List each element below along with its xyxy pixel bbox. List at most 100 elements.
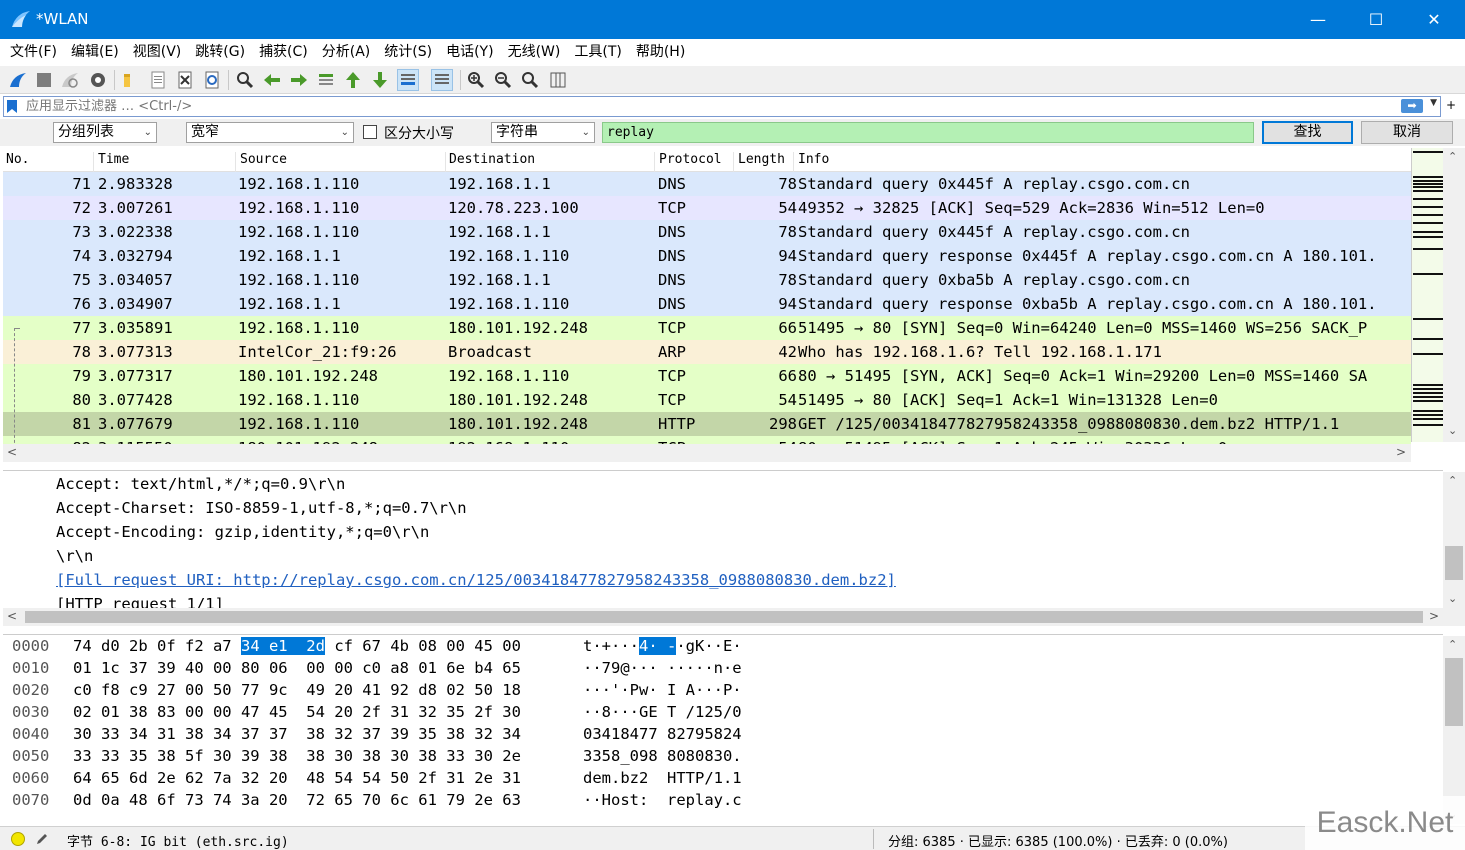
packet-row[interactable]: 78 3.077313 IntelCor_21:f9:26 Broadcast ARP 4… (3, 340, 1411, 364)
zoom-out-button[interactable] (492, 69, 514, 91)
menu-analyze[interactable]: 分析(A) (316, 39, 377, 66)
details-hscroll[interactable]: < > (3, 608, 1465, 626)
case-sensitive-checkbox[interactable] (363, 125, 377, 139)
scroll-left-icon[interactable]: < (7, 445, 17, 459)
menu-telephony[interactable]: 电话(Y) (440, 39, 499, 66)
reload-file-button[interactable] (201, 69, 223, 91)
menu-edit[interactable]: 编辑(E) (65, 39, 125, 66)
scroll-down-icon[interactable]: ⌄ (1448, 424, 1457, 437)
stop-capture-button[interactable] (33, 69, 55, 91)
go-back-button[interactable] (261, 69, 283, 91)
go-first-button[interactable] (342, 69, 364, 91)
menu-view[interactable]: 视图(V) (127, 39, 188, 66)
ascii-selection: 4· - (639, 637, 677, 655)
packet-row[interactable]: 80 3.077428 192.168.1.110 180.101.192.248 TC… (3, 388, 1411, 412)
char-width-select[interactable]: 宽窄 ⌄ (186, 122, 354, 143)
scroll-up-icon[interactable]: ⌃ (1448, 474, 1457, 487)
packet-info: Standard query response 0x445f A replay.… (798, 247, 1377, 265)
restart-capture-button[interactable] (59, 69, 81, 91)
edit-comment-icon[interactable] (35, 832, 49, 846)
scroll-up-icon[interactable]: ⌃ (1448, 150, 1457, 163)
minimap-mark (1413, 214, 1443, 216)
bookmark-icon[interactable] (6, 99, 18, 114)
zoom-normal-icon (522, 72, 539, 89)
menu-file[interactable]: 文件(F) (4, 39, 63, 66)
go-forward-button[interactable] (288, 69, 310, 91)
colorize-button[interactable] (431, 69, 453, 91)
full-request-uri-link[interactable]: [Full request URI: http://replay.csgo.co… (56, 571, 896, 589)
scroll-thumb[interactable] (1445, 546, 1463, 580)
scroll-right-icon[interactable]: > (1429, 609, 1439, 623)
scroll-left-icon[interactable]: < (7, 609, 17, 623)
menu-help[interactable]: 帮助(H) (630, 39, 691, 66)
packet-row[interactable]: 75 3.034057 192.168.1.110 192.168.1.1 DNS 78 S… (3, 268, 1411, 292)
packet-row[interactable]: 73 3.022338 192.168.1.110 192.168.1.1 DNS 78 S… (3, 220, 1411, 244)
packet-row[interactable]: 76 3.034907 192.168.1.1 192.168.1.110 DNS 94 S… (3, 292, 1411, 316)
document-icon (151, 71, 165, 89)
detail-line[interactable]: [HTTP request 1/1] (56, 595, 224, 608)
minimap-mark (1413, 231, 1443, 233)
packet-row[interactable]: 72 3.007261 192.168.1.110 120.78.223.100 TCP… (3, 196, 1411, 220)
find-bar: 分组列表 ⌄ 宽窄 ⌄ 区分大小写 字符串 ⌄ replay 查找 取消 (0, 119, 1465, 146)
cancel-button[interactable]: 取消 (1361, 121, 1453, 144)
add-filter-button[interactable]: + (1446, 98, 1456, 112)
packet-row[interactable]: 74 3.032794 192.168.1.1 192.168.1.110 DNS 94 S… (3, 244, 1411, 268)
zoom-in-button[interactable] (465, 69, 487, 91)
auto-scroll-button[interactable] (397, 69, 419, 91)
detail-line[interactable]: Accept-Charset: ISO-8859-1,utf-8,*;q=0.7… (56, 499, 467, 517)
filter-history-dropdown[interactable]: ▼ (1430, 98, 1437, 108)
packet-row[interactable]: 823.115550180.101.192.248192.168.1.110TC… (3, 436, 1411, 444)
hex-offset: 0010 (12, 659, 50, 677)
display-filter-input[interactable] (26, 98, 1386, 115)
menu-go[interactable]: 跳转(G) (189, 39, 251, 66)
details-vscroll[interactable]: ⌃ ⌄ (1443, 472, 1465, 608)
menu-capture[interactable]: 捕获(C) (253, 39, 314, 66)
column-header-destination[interactable]: Destination (446, 152, 655, 172)
column-header-length[interactable]: Length (735, 152, 794, 172)
column-header-no[interactable]: No. (3, 152, 94, 172)
resize-columns-icon (550, 72, 566, 88)
column-header-info[interactable]: Info (795, 152, 1409, 172)
save-file-button[interactable] (147, 69, 169, 91)
capture-options-button[interactable] (87, 69, 109, 91)
case-sensitive-label: 区分大小写 (384, 126, 454, 142)
scroll-thumb[interactable] (25, 611, 1423, 623)
expert-info-icon[interactable] (11, 832, 25, 846)
menu-wireless[interactable]: 无线(W) (502, 39, 567, 66)
scroll-thumb[interactable] (1445, 658, 1463, 726)
zoom-normal-button[interactable] (519, 69, 541, 91)
column-header-source[interactable]: Source (237, 152, 446, 172)
detail-line[interactable]: Accept-Encoding: gzip,identity,*;q=0\r\n (56, 523, 429, 541)
go-last-button[interactable] (369, 69, 391, 91)
packet-row[interactable]: 71 2.983328 192.168.1.110 192.168.1.1 DNS 78 S… (3, 172, 1411, 196)
column-header-time[interactable]: Time (95, 152, 236, 172)
packet-list-vscroll[interactable]: ⌃ ⌄ (1443, 148, 1465, 442)
search-type-select[interactable]: 字符串 ⌄ (491, 122, 595, 143)
resize-columns-button[interactable] (547, 69, 569, 91)
close-button[interactable]: ✕ (1405, 0, 1463, 39)
find-input[interactable]: replay (602, 122, 1254, 143)
detail-line[interactable]: Accept: text/html,*/*;q=0.9\r\n (56, 475, 345, 493)
scroll-down-icon[interactable]: ⌄ (1448, 592, 1457, 605)
packet-row[interactable]: 79 3.077317 180.101.192.248 192.168.1.110 TC… (3, 364, 1411, 388)
search-in-select[interactable]: 分组列表 ⌄ (53, 122, 157, 143)
find-button[interactable]: 查找 (1262, 121, 1353, 144)
maximize-button[interactable]: ☐ (1347, 0, 1405, 39)
menu-tools[interactable]: 工具(T) (568, 39, 627, 66)
scroll-up-icon[interactable]: ⌃ (1448, 638, 1457, 651)
scroll-right-icon[interactable]: > (1396, 445, 1406, 459)
open-file-button[interactable] (119, 69, 141, 91)
go-to-packet-button[interactable] (315, 69, 337, 91)
apply-filter-button[interactable]: ➡ (1401, 99, 1423, 113)
find-packet-button[interactable] (234, 69, 256, 91)
packet-row[interactable]: 77 3.035891 192.168.1.110 180.101.192.248 TC… (3, 316, 1411, 340)
detail-line[interactable]: \r\n (56, 547, 93, 565)
packet-minimap[interactable] (1411, 148, 1443, 442)
close-file-button[interactable] (174, 69, 196, 91)
column-header-protocol[interactable]: Protocol (656, 152, 734, 172)
packet-list-hscroll[interactable]: < > (3, 444, 1411, 462)
packet-row[interactable]: 81 3.077679 192.168.1.110 180.101.192.248 HT… (3, 412, 1411, 436)
start-capture-button[interactable] (7, 69, 29, 91)
menu-statistics[interactable]: 统计(S) (378, 39, 438, 66)
minimize-button[interactable]: — (1289, 0, 1347, 39)
